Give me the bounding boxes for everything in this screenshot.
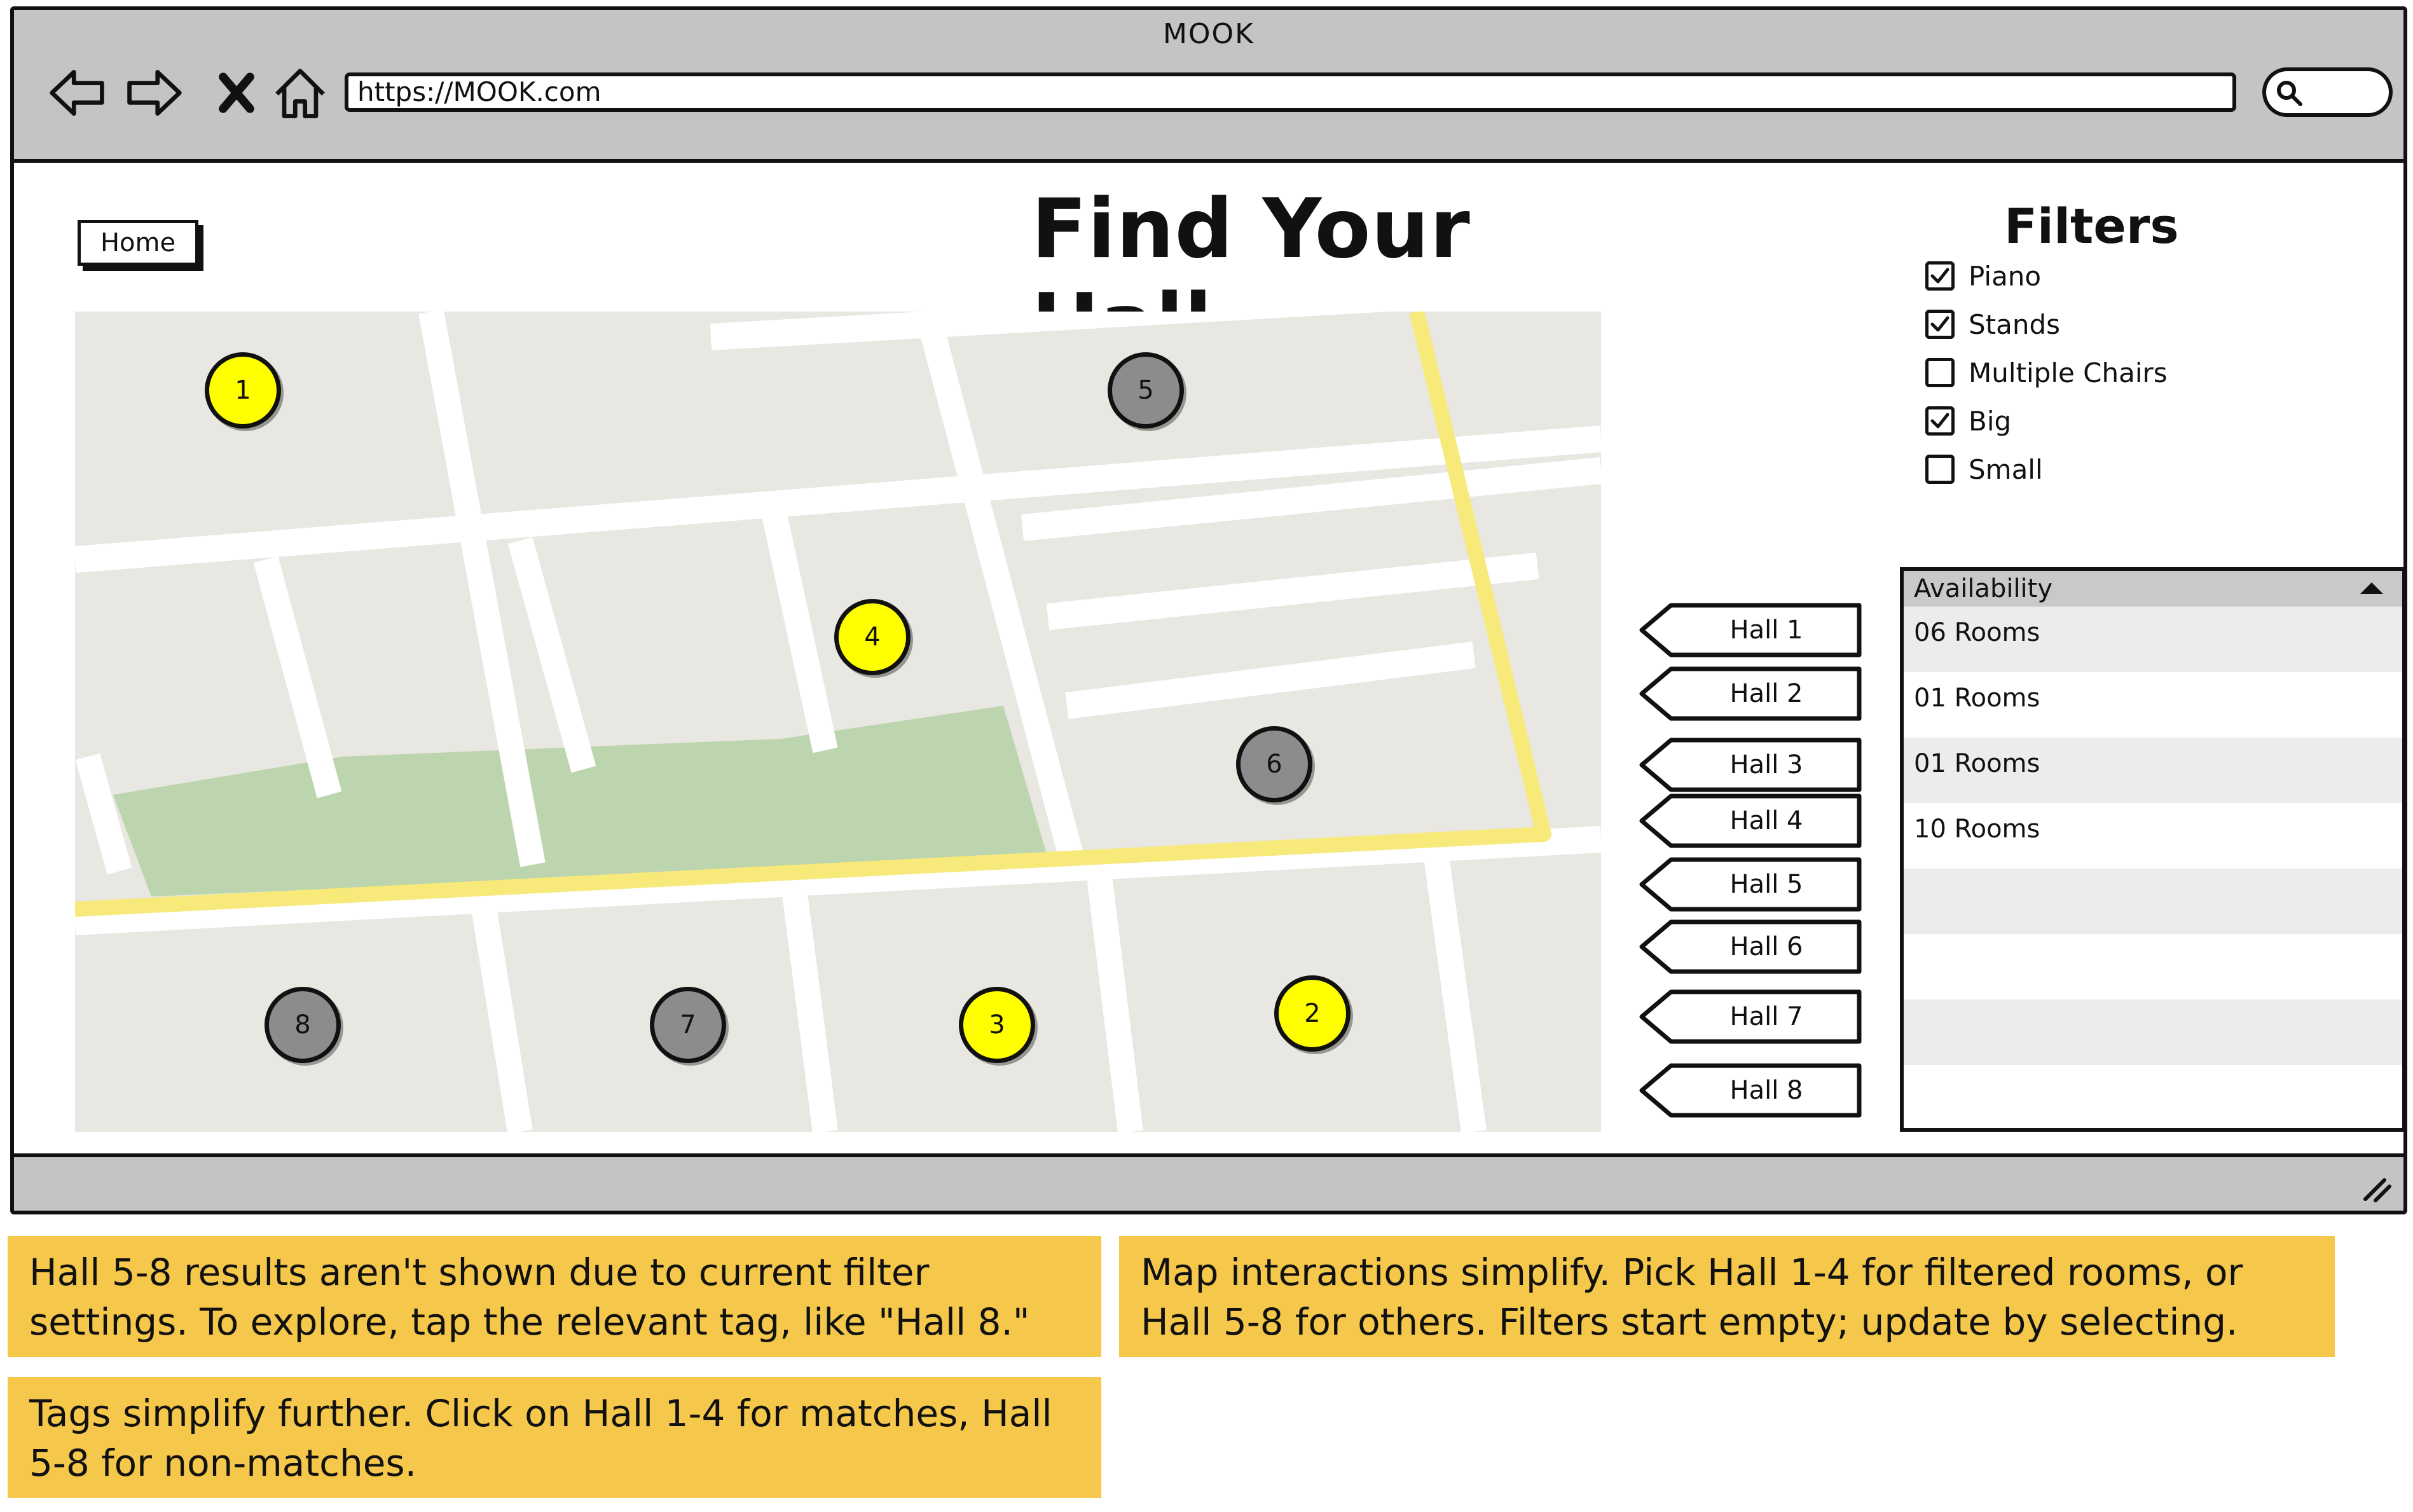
availability-row[interactable]	[1904, 1065, 2402, 1128]
back-button[interactable]	[46, 61, 109, 125]
tag-label: Hall 1	[1729, 615, 1803, 645]
availability-row[interactable]: 10 Rooms	[1904, 803, 2402, 869]
back-arrow-icon	[50, 70, 104, 116]
tag-hall-5[interactable]: Hall 5	[1639, 857, 1862, 912]
availability-row[interactable]	[1904, 1000, 2402, 1065]
filter-piano[interactable]: Piano	[1925, 257, 2041, 295]
tag-label: Hall 4	[1729, 806, 1803, 835]
checkbox[interactable]	[1925, 310, 1955, 339]
filter-big[interactable]: Big	[1925, 402, 2011, 440]
note-tags: Tags simplify further. Click on Hall 1-4…	[8, 1377, 1101, 1498]
search-icon	[2277, 81, 2302, 106]
tag-label: Hall 7	[1729, 1002, 1803, 1031]
tag-label: Hall 5	[1729, 870, 1803, 899]
availability-row[interactable]: 01 Rooms	[1904, 672, 2402, 738]
close-icon	[219, 72, 254, 113]
home-icon	[275, 69, 325, 118]
availability-header-label: Availability	[1914, 574, 2053, 603]
stop-button[interactable]	[205, 61, 268, 125]
availability-list[interactable]: Availability 06 Rooms 01 Rooms 01 Rooms …	[1900, 567, 2403, 1132]
url-bar[interactable]: https://MOOK.com	[345, 72, 2236, 112]
map-pin-hall-3[interactable]: 3	[959, 987, 1035, 1063]
map-pin-hall-7[interactable]: 7	[650, 987, 726, 1063]
tag-label: Hall 6	[1729, 932, 1803, 961]
tag-hall-4[interactable]: Hall 4	[1639, 794, 1862, 848]
search-box[interactable]	[2262, 67, 2393, 117]
tag-hall-1[interactable]: Hall 1	[1639, 603, 1862, 657]
checkbox[interactable]	[1925, 358, 1955, 387]
checkmark-icon	[1930, 316, 1949, 332]
window-title: MOOK	[1162, 18, 1255, 50]
map-pin-hall-4[interactable]: 4	[834, 599, 911, 675]
browser-statusbar	[14, 1153, 2403, 1211]
filter-label: Small	[1969, 453, 2043, 485]
filter-small[interactable]: Small	[1925, 450, 2043, 488]
filter-label: Big	[1969, 405, 2012, 437]
filters-title: Filters	[2004, 198, 2179, 254]
browser-window: MOOK https://MOOK.com Home Find Your 1 5…	[10, 6, 2407, 1214]
tag-label: Hall 3	[1729, 750, 1803, 780]
note-filter-results: Hall 5-8 results aren't shown due to cur…	[8, 1236, 1101, 1357]
checkmark-icon	[1930, 413, 1949, 429]
checkbox[interactable]	[1925, 406, 1955, 436]
map-pin-hall-5[interactable]: 5	[1108, 352, 1184, 429]
tag-hall-2[interactable]: Hall 2	[1639, 666, 1862, 721]
availability-header[interactable]: Availability	[1904, 571, 2402, 607]
checkbox[interactable]	[1925, 261, 1955, 291]
checkbox[interactable]	[1925, 455, 1955, 484]
tag-label: Hall 2	[1729, 679, 1803, 708]
map-pin-hall-1[interactable]: 1	[205, 352, 281, 429]
map-pin-hall-8[interactable]: 8	[265, 987, 341, 1063]
home-button[interactable]: Home	[78, 220, 198, 266]
tag-label: Hall 8	[1729, 1076, 1803, 1105]
note-map-interactions: Map interactions simplify. Pick Hall 1-4…	[1119, 1236, 2335, 1357]
home-nav-button[interactable]	[268, 61, 332, 125]
sort-caret-icon[interactable]	[2360, 582, 2383, 594]
tag-hall-7[interactable]: Hall 7	[1639, 989, 1862, 1044]
resize-grip-icon[interactable]	[2356, 1167, 2395, 1206]
filter-stands[interactable]: Stands	[1925, 305, 2060, 343]
filter-label: Piano	[1969, 260, 2042, 292]
availability-row[interactable]: 01 Rooms	[1904, 738, 2402, 803]
tag-hall-3[interactable]: Hall 3	[1639, 738, 1862, 792]
tag-hall-8[interactable]: Hall 8	[1639, 1063, 1862, 1118]
map-pin-hall-6[interactable]: 6	[1236, 726, 1312, 802]
map[interactable]: 1 5 4 6 8 7 3 2	[75, 312, 1601, 1132]
filter-label: Multiple Chairs	[1969, 357, 2168, 388]
checkmark-icon	[1930, 268, 1949, 284]
tag-hall-6[interactable]: Hall 6	[1639, 919, 1862, 974]
forward-arrow-icon	[127, 70, 182, 116]
availability-row[interactable]: 06 Rooms	[1904, 607, 2402, 672]
filter-multiple-chairs[interactable]: Multiple Chairs	[1925, 354, 2168, 392]
forward-button[interactable]	[122, 61, 186, 125]
browser-titlebar: MOOK https://MOOK.com	[14, 10, 2403, 163]
availability-row[interactable]	[1904, 869, 2402, 934]
availability-row[interactable]	[1904, 934, 2402, 1000]
map-pin-hall-2[interactable]: 2	[1274, 975, 1351, 1052]
filter-label: Stands	[1969, 308, 2061, 340]
